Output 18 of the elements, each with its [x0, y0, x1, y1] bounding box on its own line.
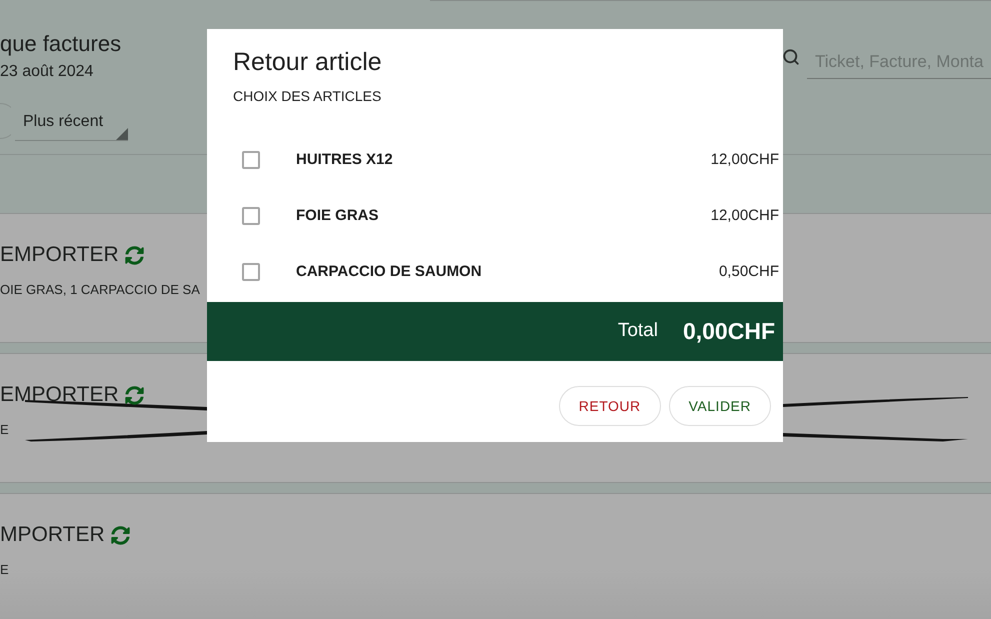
order-items: E — [0, 562, 9, 577]
item-name: FOIE GRAS — [296, 206, 379, 226]
dialog-subtitle: CHOIX DES ARTICLES — [233, 87, 382, 106]
dialog-title: Retour article — [233, 47, 382, 78]
total-amount: 0,00CHF — [682, 317, 775, 346]
item-price: 12,00CHF — [710, 150, 779, 170]
item-name: CARPACCIO DE SAUMON — [296, 262, 482, 282]
item-price: 0,50CHF — [718, 262, 779, 282]
order-title: MPORTER — [0, 522, 105, 548]
total-label: Total — [618, 319, 658, 344]
page-title: que factures — [0, 30, 122, 58]
order-items: E — [0, 422, 9, 437]
item-name: HUITRES X12 — [296, 150, 393, 170]
order-title: EMPORTER — [0, 242, 119, 268]
page-date: 23 août 2024 — [0, 62, 94, 82]
order-items: OIE GRAS, 1 CARPACCIO DE SA — [0, 282, 200, 297]
order-title: EMPORTER — [0, 382, 119, 408]
item-price: 12,00CHF — [710, 206, 779, 226]
